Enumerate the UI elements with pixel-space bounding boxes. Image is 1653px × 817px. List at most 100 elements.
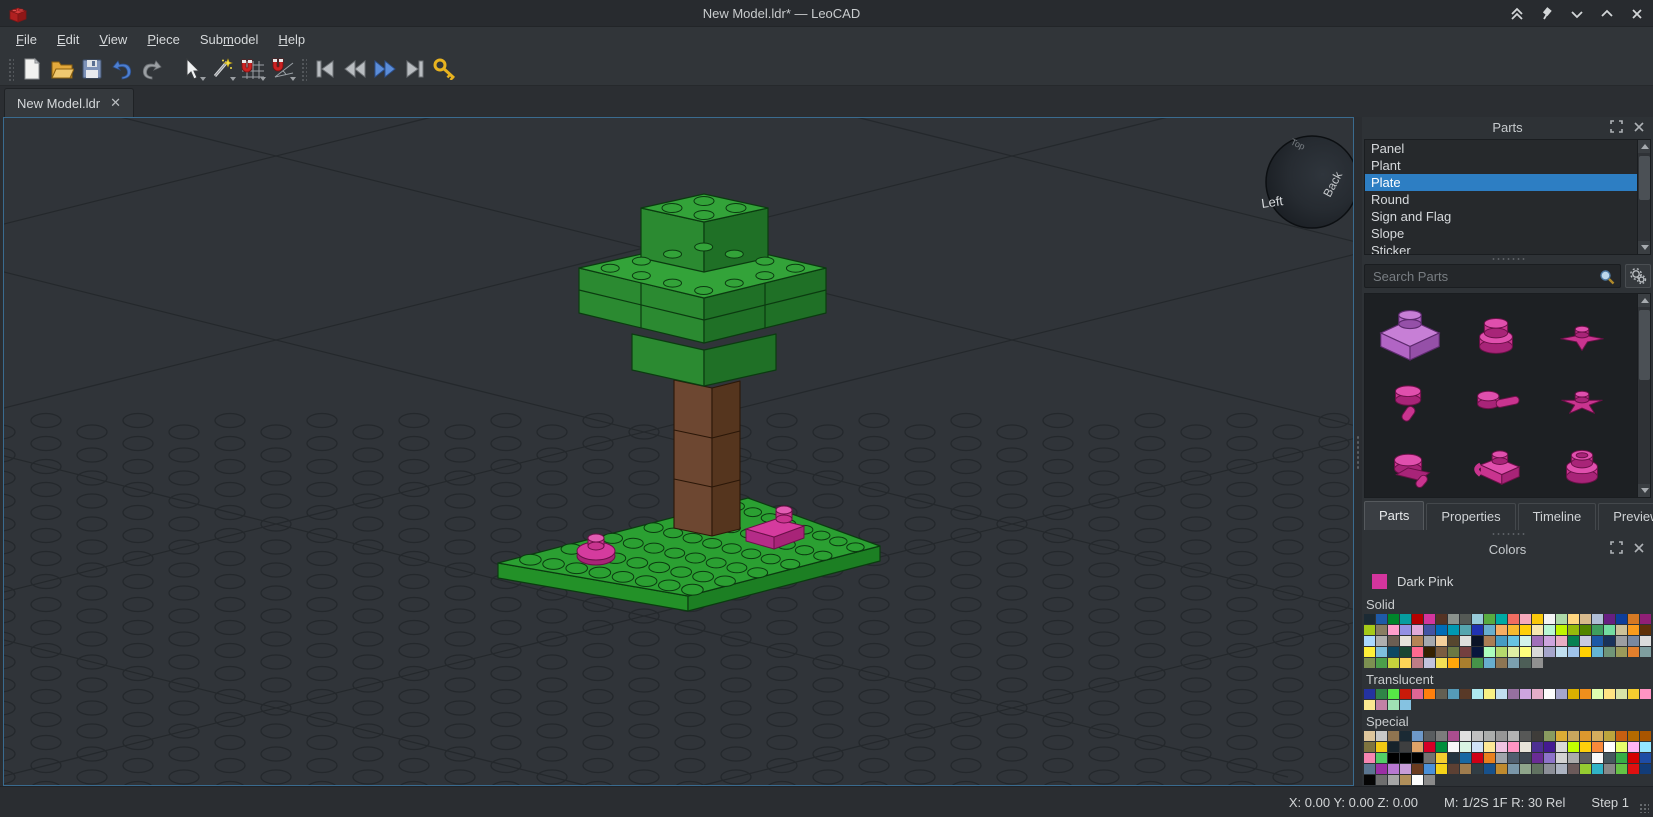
color-swatch[interactable] — [1628, 742, 1639, 752]
color-swatch[interactable] — [1376, 764, 1387, 774]
color-swatch[interactable] — [1508, 614, 1519, 624]
color-swatch[interactable] — [1520, 658, 1531, 668]
color-swatch[interactable] — [1532, 689, 1543, 699]
color-swatch[interactable] — [1400, 625, 1411, 635]
scroll-up-icon[interactable] — [1638, 140, 1651, 153]
color-swatch[interactable] — [1412, 753, 1423, 763]
category-item-round[interactable]: Round — [1365, 191, 1637, 208]
color-swatch[interactable] — [1628, 636, 1639, 646]
color-swatch[interactable] — [1568, 647, 1579, 657]
color-swatch[interactable] — [1376, 636, 1387, 646]
menu-edit[interactable]: Edit — [47, 30, 89, 49]
menu-piece[interactable]: Piece — [137, 30, 190, 49]
color-swatch[interactable] — [1460, 614, 1471, 624]
color-swatch[interactable] — [1520, 647, 1531, 657]
menu-file[interactable]: File — [6, 30, 47, 49]
color-swatch[interactable] — [1520, 731, 1531, 741]
color-swatch[interactable] — [1400, 764, 1411, 774]
panel-splitter[interactable] — [1364, 530, 1651, 539]
color-swatch[interactable] — [1400, 700, 1411, 710]
part-category-list[interactable]: PanelPlantPlateRoundSign and FlagSlopeSt… — [1364, 139, 1651, 255]
color-swatch[interactable] — [1616, 764, 1627, 774]
color-swatch[interactable] — [1376, 625, 1387, 635]
color-swatch[interactable] — [1640, 731, 1651, 741]
color-swatch[interactable] — [1496, 731, 1507, 741]
color-swatch[interactable] — [1388, 775, 1399, 785]
color-swatch[interactable] — [1424, 775, 1435, 785]
menu-submodel[interactable]: Submodel — [190, 30, 269, 49]
color-swatch[interactable] — [1472, 689, 1483, 699]
color-swatch[interactable] — [1496, 764, 1507, 774]
color-swatch[interactable] — [1388, 625, 1399, 635]
color-swatch[interactable] — [1424, 764, 1435, 774]
undo-button[interactable] — [107, 55, 137, 83]
color-swatch[interactable] — [1448, 658, 1459, 668]
document-tab[interactable]: New Model.ldr ✕ — [4, 88, 134, 117]
color-swatch[interactable] — [1568, 614, 1579, 624]
color-swatch[interactable] — [1376, 647, 1387, 657]
color-swatch[interactable] — [1508, 647, 1519, 657]
color-swatch[interactable] — [1400, 614, 1411, 624]
color-swatch[interactable] — [1640, 753, 1651, 763]
color-swatch[interactable] — [1460, 742, 1471, 752]
color-swatch[interactable] — [1448, 764, 1459, 774]
color-swatch[interactable] — [1604, 614, 1615, 624]
color-swatch[interactable] — [1388, 700, 1399, 710]
color-swatch[interactable] — [1484, 731, 1495, 741]
color-swatch[interactable] — [1568, 742, 1579, 752]
color-swatch[interactable] — [1592, 636, 1603, 646]
color-swatch[interactable] — [1568, 636, 1579, 646]
category-item-panel[interactable]: Panel — [1365, 140, 1637, 157]
color-swatch[interactable] — [1400, 775, 1411, 785]
color-swatch[interactable] — [1544, 614, 1555, 624]
color-swatch[interactable] — [1640, 614, 1651, 624]
color-swatch[interactable] — [1580, 753, 1591, 763]
float-dock-icon[interactable] — [1610, 120, 1623, 133]
angle-snap-dropdown[interactable] — [290, 77, 296, 81]
color-swatch[interactable] — [1388, 731, 1399, 741]
color-swatch[interactable] — [1364, 636, 1375, 646]
color-swatch[interactable] — [1460, 636, 1471, 646]
color-swatch[interactable] — [1592, 731, 1603, 741]
color-swatch[interactable] — [1364, 625, 1375, 635]
color-swatch[interactable] — [1412, 636, 1423, 646]
tree-trunk[interactable] — [674, 380, 740, 536]
color-swatch[interactable] — [1580, 647, 1591, 657]
menu-help[interactable]: Help — [268, 30, 315, 49]
category-item-sticker[interactable]: Sticker — [1365, 242, 1637, 255]
color-swatch[interactable] — [1388, 647, 1399, 657]
color-swatch[interactable] — [1364, 700, 1375, 710]
color-swatch[interactable] — [1448, 647, 1459, 657]
search-options-button[interactable] — [1625, 264, 1651, 288]
color-swatch[interactable] — [1376, 614, 1387, 624]
color-swatch[interactable] — [1628, 614, 1639, 624]
color-swatch[interactable] — [1556, 614, 1567, 624]
color-swatch[interactable] — [1412, 689, 1423, 699]
color-swatch[interactable] — [1640, 625, 1651, 635]
color-swatch[interactable] — [1484, 742, 1495, 752]
color-swatch[interactable] — [1628, 647, 1639, 657]
color-swatch[interactable] — [1448, 689, 1459, 699]
part-thumbnail-round[interactable] — [1453, 300, 1539, 365]
part-thumbnail-flower[interactable] — [1539, 300, 1625, 365]
close-dock-icon[interactable] — [1633, 121, 1645, 133]
color-swatch[interactable] — [1424, 614, 1435, 624]
lock-button[interactable] — [430, 55, 460, 83]
color-swatch[interactable] — [1532, 647, 1543, 657]
close-window-button[interactable] — [1629, 6, 1645, 22]
color-swatch[interactable] — [1616, 625, 1627, 635]
scroll-down-icon[interactable] — [1638, 484, 1651, 497]
select-tool-button[interactable] — [177, 55, 207, 83]
color-swatch[interactable] — [1388, 658, 1399, 668]
color-swatch[interactable] — [1448, 753, 1459, 763]
color-swatch[interactable] — [1376, 658, 1387, 668]
color-swatch[interactable] — [1616, 731, 1627, 741]
color-swatch[interactable] — [1412, 731, 1423, 741]
color-swatch[interactable] — [1508, 731, 1519, 741]
last-step-button[interactable] — [400, 55, 430, 83]
color-swatch[interactable] — [1532, 731, 1543, 741]
minimize-button[interactable] — [1569, 6, 1585, 22]
color-swatch[interactable] — [1556, 731, 1567, 741]
color-swatch[interactable] — [1592, 647, 1603, 657]
color-swatch[interactable] — [1592, 614, 1603, 624]
